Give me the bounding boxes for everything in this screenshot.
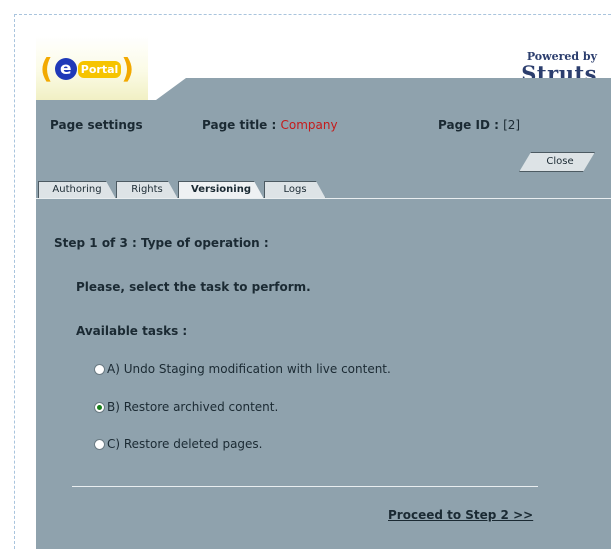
available-tasks-label: Available tasks : (76, 324, 188, 338)
logo-box: ( e Portal ) (36, 36, 148, 100)
outer-dashed-border-top (14, 14, 611, 15)
radio-restore-deleted[interactable] (94, 438, 105, 450)
logo-e: e (54, 58, 77, 80)
page-id-label: Page ID : (438, 118, 504, 132)
option-undo-staging-label: A) Undo Staging modification with live c… (107, 362, 391, 376)
radio-undo-staging[interactable] (94, 363, 105, 375)
tab-authoring[interactable]: Authoring (38, 181, 116, 199)
tab-authoring-label: Authoring (52, 184, 102, 195)
outer-dashed-border-left (14, 14, 15, 549)
eportal-frame: ( e Portal ) Powered by Struts Page sett… (36, 30, 611, 549)
instruction-text: Please, select the task to perform. (76, 280, 311, 294)
logo-portal-text: Portal (77, 60, 122, 78)
page-id-value: [2] (503, 118, 521, 132)
proceed-step-2-link[interactable]: Proceed to Step 2 >> (388, 508, 533, 522)
logo-right-paren: ) (121, 52, 135, 85)
option-undo-staging[interactable]: A) Undo Staging modification with live c… (94, 361, 391, 377)
close-button-label: Close (546, 156, 574, 167)
page-title-label: Page title : (202, 118, 281, 132)
tab-logs-label: Logs (283, 184, 307, 195)
logo-left-paren: ( (40, 52, 53, 85)
tab-underline (36, 198, 611, 199)
option-restore-deleted[interactable]: C) Restore deleted pages. (94, 436, 263, 452)
page-settings-label: Page settings (50, 118, 143, 132)
option-restore-archived-label: B) Restore archived content. (107, 400, 279, 414)
radio-restore-archived[interactable] (94, 401, 105, 413)
tab-versioning[interactable]: Versioning (178, 181, 264, 199)
page-title: Page title : Company (202, 118, 338, 132)
page-title-value: Company (280, 118, 338, 132)
tab-rights-label: Rights (131, 184, 163, 195)
eportal-logo: ( e Portal ) (40, 54, 134, 84)
page-settings-row: Page settings Page title : Company Page … (50, 118, 610, 136)
tab-rights[interactable]: Rights (116, 181, 178, 199)
step-title: Step 1 of 3 : Type of operation : (54, 236, 269, 250)
tab-logs[interactable]: Logs (264, 181, 326, 199)
option-restore-archived[interactable]: B) Restore archived content. (94, 399, 278, 415)
close-button[interactable]: Close (519, 152, 595, 172)
page-id: Page ID : [2] (438, 118, 520, 132)
option-restore-deleted-label: C) Restore deleted pages. (107, 437, 263, 451)
tab-versioning-label: Versioning (191, 184, 251, 195)
separator-line (72, 486, 538, 487)
